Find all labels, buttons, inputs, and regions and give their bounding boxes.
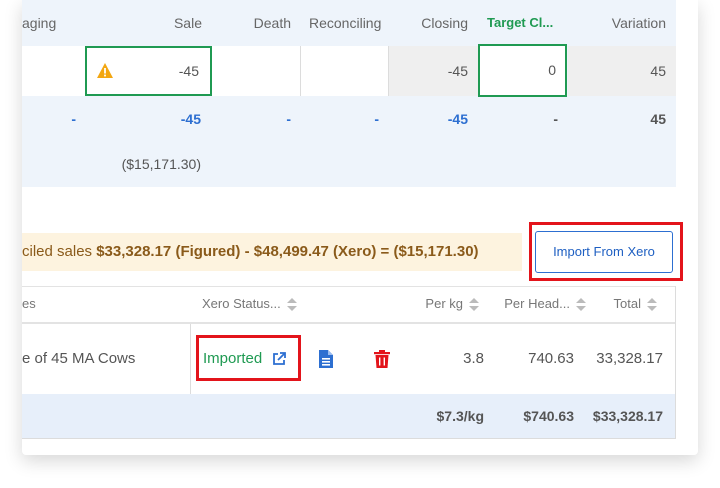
sort-icon[interactable] <box>647 298 657 312</box>
document-icon[interactable] <box>319 350 333 373</box>
divider <box>300 46 301 96</box>
sale-value: -45 <box>178 63 199 79</box>
total-per-kg: $7.3/kg <box>436 408 484 424</box>
variation-value: 45 <box>568 46 676 96</box>
table-border <box>675 286 676 438</box>
header-per-head[interactable]: Per Head... <box>504 286 586 322</box>
value-row: ($15,171.30) <box>22 142 676 187</box>
header-death: Death <box>253 15 291 31</box>
row-per-kg: 3.8 <box>463 350 484 367</box>
header-target-closing[interactable]: Target Cl... <box>487 0 567 46</box>
summary-closing: -45 <box>447 111 468 127</box>
closing-value: -45 <box>388 46 478 96</box>
summary-aging-out: - <box>71 111 76 127</box>
sort-icon[interactable] <box>286 298 297 312</box>
reconcile-warning-banner: ciled sales $33,328.17 (Figured) - $48,4… <box>22 233 522 271</box>
warning-icon <box>96 62 114 84</box>
divider <box>190 324 191 394</box>
row-description: e of 45 MA Cows <box>22 350 136 367</box>
summary-sale: -45 <box>180 111 201 127</box>
banner-figured-amount: $33,328.17 (Figured) <box>96 243 241 260</box>
trash-icon[interactable] <box>374 350 390 373</box>
summary-target-closing: - <box>553 111 558 127</box>
divider <box>388 46 389 96</box>
xero-status-highlight <box>196 335 301 381</box>
header-closing: Closing <box>421 15 468 31</box>
row-per-head: 740.63 <box>528 350 574 367</box>
table-border <box>22 438 676 439</box>
header-description: es <box>22 296 36 311</box>
summary-row: - -45 - - -45 - 45 <box>22 96 676 142</box>
header-per-kg[interactable]: Per kg <box>417 286 479 322</box>
target-closing-input[interactable]: 0 <box>478 44 567 97</box>
reconciliation-card: aging Out Sale Death Reconciling Closing… <box>22 0 698 455</box>
totals-row: $7.3/kg $740.63 $33,328.17 <box>22 394 676 438</box>
banner-xero-amount: $48,499.47 (Xero) <box>253 243 377 260</box>
header-sale: Sale <box>173 15 202 31</box>
sale-input[interactable]: -45 <box>85 46 212 96</box>
sale-dollar-value: ($15,171.30) <box>121 156 201 172</box>
row-total: 33,328.17 <box>596 350 663 367</box>
total-amount: $33,328.17 <box>592 408 663 424</box>
banner-difference: ($15,171.30) <box>393 243 479 260</box>
summary-variation: 45 <box>650 111 666 127</box>
total-per-head: $740.63 <box>523 408 574 424</box>
header-variation: Variation <box>611 15 666 31</box>
banner-minus: - <box>240 243 254 260</box>
target-closing-value: 0 <box>548 62 556 78</box>
header-reconciling: Reconciling <box>309 15 382 31</box>
header-total-label: Total <box>613 296 641 311</box>
header-xero-status-label: Xero Status... <box>202 296 281 311</box>
aging-out-cell[interactable] <box>22 46 86 96</box>
header-total[interactable]: Total <box>602 286 657 322</box>
banner-prefix: ciled sales <box>22 243 97 260</box>
summary-death: - <box>286 111 291 127</box>
sort-icon[interactable] <box>469 298 479 312</box>
header-per-kg-label: Per kg <box>425 296 463 311</box>
table-row[interactable]: e of 45 MA Cows Imported 3.8 740.63 33,3… <box>22 324 676 394</box>
header-xero-status[interactable]: Xero Status... <box>202 286 302 322</box>
reconciling-input[interactable] <box>300 46 388 96</box>
death-input[interactable] <box>212 46 300 96</box>
summary-reconciling: - <box>374 111 379 127</box>
banner-equals: = <box>376 243 394 260</box>
sort-icon[interactable] <box>576 298 586 312</box>
import-button-highlight <box>529 222 683 281</box>
header-aging-out: aging Out <box>22 15 57 77</box>
header-per-head-label: Per Head... <box>504 296 570 311</box>
